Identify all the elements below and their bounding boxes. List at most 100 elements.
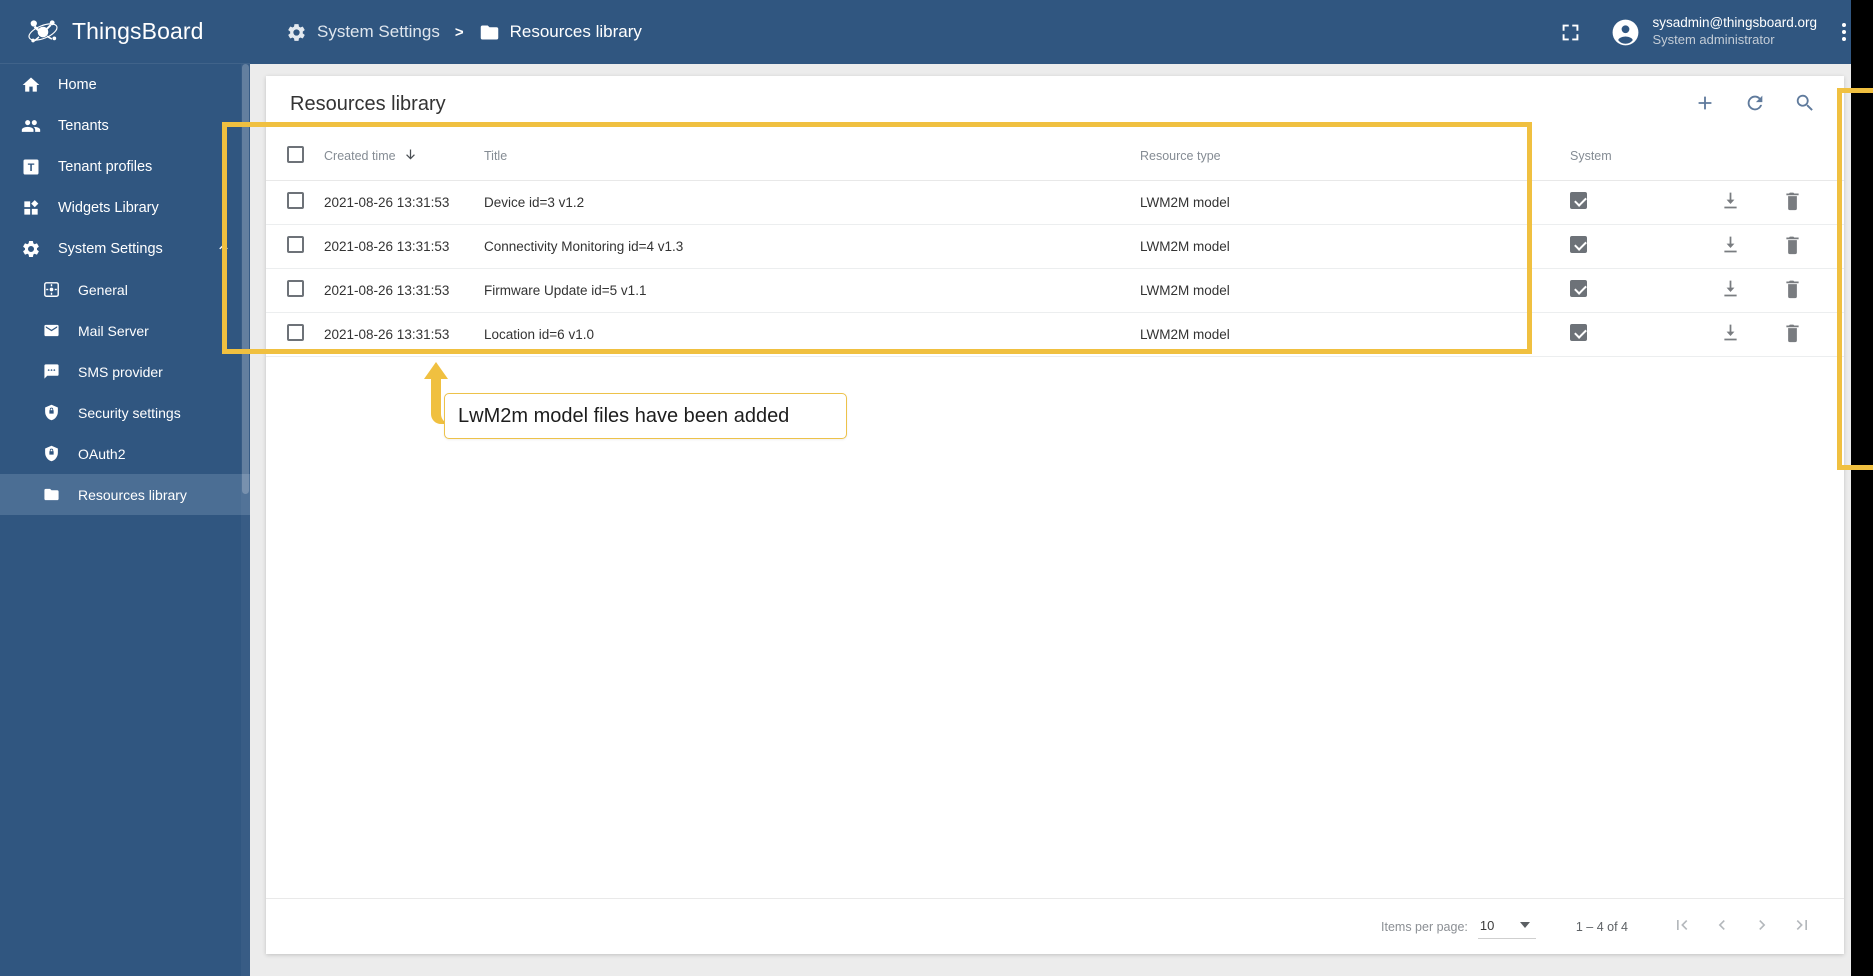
card-actions (1686, 85, 1824, 123)
download-resource-button[interactable] (1720, 278, 1742, 300)
gear-icon (20, 238, 42, 260)
previous-page-button[interactable] (1702, 907, 1742, 947)
sidebar-scrollbar[interactable] (241, 64, 250, 976)
sidebar-item-oauth2[interactable]: OAuth2 (0, 433, 250, 474)
sidebar-item-security-settings[interactable]: Security settings (0, 392, 250, 433)
breadcrumb-separator: > (454, 23, 464, 41)
home-icon (20, 74, 42, 96)
sidebar-item-label: General (78, 281, 128, 298)
people-icon (20, 115, 42, 137)
row-checkbox[interactable] (287, 280, 304, 297)
row-select-cell (266, 180, 324, 225)
refresh-button[interactable] (1736, 85, 1774, 123)
table-header-row: Created time Title Resource type System (266, 132, 1844, 181)
paginator: Items per page: 10 1 – 4 of 4 (266, 898, 1844, 954)
sidebar-item-tenant-profiles[interactable]: T Tenant profiles (0, 146, 250, 187)
shield-icon (40, 443, 62, 465)
add-resource-button[interactable] (1686, 85, 1724, 123)
thingsboard-logo-icon (26, 15, 60, 49)
delete-resource-button[interactable] (1782, 322, 1804, 344)
cell-system (1570, 180, 1720, 225)
table-head: Created time Title Resource type System (266, 132, 1844, 181)
sidebar-item-mail-server[interactable]: Mail Server (0, 310, 250, 351)
column-header-created-time[interactable]: Created time (324, 132, 484, 181)
next-page-button[interactable] (1742, 907, 1782, 947)
download-resource-button[interactable] (1720, 190, 1742, 212)
sidebar-item-widgets-library[interactable]: Widgets Library (0, 187, 250, 228)
chevron-down-icon (1520, 922, 1531, 928)
sidebar-item-general[interactable]: General (0, 269, 250, 310)
system-checkbox[interactable] (1570, 192, 1587, 209)
sidebar-item-system-settings[interactable]: System Settings (0, 228, 250, 269)
delete-resource-button[interactable] (1782, 190, 1804, 212)
column-header-system[interactable]: System (1570, 132, 1720, 181)
table-row[interactable]: 2021-08-26 13:31:53 Location id=6 v1.0 L… (266, 312, 1844, 357)
tenant-profile-icon: T (20, 156, 42, 178)
first-page-button[interactable] (1662, 907, 1702, 947)
table-row[interactable]: 2021-08-26 13:31:53 Device id=3 v1.2 LWM… (266, 180, 1844, 225)
row-checkbox[interactable] (287, 236, 304, 253)
cell-delete-action (1782, 224, 1844, 269)
folder-icon (479, 22, 500, 43)
table-row[interactable]: 2021-08-26 13:31:53 Connectivity Monitor… (266, 224, 1844, 269)
cell-created-time: 2021-08-26 13:31:53 (324, 224, 484, 269)
column-header-action-download (1720, 132, 1782, 181)
resources-table-container: Created time Title Resource type System … (266, 132, 1844, 898)
gear-icon (286, 22, 307, 43)
kebab-dot (1842, 30, 1846, 34)
general-settings-icon (40, 279, 62, 301)
last-page-button[interactable] (1782, 907, 1822, 947)
row-checkbox[interactable] (287, 192, 304, 209)
arrow-down-icon (403, 147, 418, 165)
cell-resource-type: LWM2M model (1140, 312, 1570, 357)
sidebar-item-sms-provider[interactable]: SMS provider (0, 351, 250, 392)
sidebar-item-resources-library[interactable]: Resources library (0, 474, 250, 515)
sms-icon (40, 361, 62, 383)
sidebar-item-tenants[interactable]: Tenants (0, 105, 250, 146)
table-row[interactable]: 2021-08-26 13:31:53 Firmware Update id=5… (266, 268, 1844, 313)
select-all-header (266, 132, 324, 181)
download-resource-button[interactable] (1720, 322, 1742, 344)
content-area: Resources library Created time Title Res… (250, 64, 1873, 976)
delete-resource-button[interactable] (1782, 278, 1804, 300)
items-per-page-select[interactable]: 10 (1477, 915, 1536, 939)
system-checkbox[interactable] (1570, 324, 1587, 341)
chevron-right-icon (1752, 915, 1772, 938)
fullscreen-icon[interactable] (1548, 10, 1592, 54)
sidebar-item-label: SMS provider (78, 363, 163, 380)
kebab-dot (1842, 37, 1846, 41)
sidebar-item-label: Resources library (78, 486, 187, 503)
system-checkbox[interactable] (1570, 280, 1587, 297)
breadcrumb-parent[interactable]: System Settings (317, 22, 440, 42)
column-header-resource-type[interactable]: Resource type (1140, 132, 1570, 181)
search-button[interactable] (1786, 85, 1824, 123)
brand[interactable]: ThingsBoard (0, 0, 250, 64)
sidebar-item-label: Widgets Library (58, 199, 159, 216)
chevron-up-icon[interactable] (215, 238, 232, 259)
annotation-callout-text: LwM2m model files have been added (458, 404, 790, 427)
user-menu[interactable]: sysadmin@thingsboard.org System administ… (1610, 15, 1817, 48)
svg-text:T: T (28, 162, 35, 174)
system-checkbox[interactable] (1570, 236, 1587, 253)
account-circle-icon (1610, 17, 1641, 48)
breadcrumb-current[interactable]: Resources library (510, 22, 642, 42)
app-screen: ThingsBoard Home Tenants T Tenant profil… (0, 0, 1873, 976)
cell-system (1570, 312, 1720, 357)
select-all-checkbox[interactable] (287, 145, 304, 163)
sidebar-scrollbar-thumb[interactable] (242, 64, 249, 494)
cell-title: Device id=3 v1.2 (484, 180, 1140, 225)
right-edge-artifact (1851, 0, 1873, 976)
sidebar-item-label: Home (58, 76, 97, 93)
column-header-label: Title (484, 148, 508, 163)
annotation-callout: LwM2m model files have been added (444, 393, 847, 439)
cell-title: Connectivity Monitoring id=4 v1.3 (484, 224, 1140, 269)
download-resource-button[interactable] (1720, 234, 1742, 256)
items-per-page-value: 10 (1479, 917, 1495, 933)
kebab-dot (1842, 23, 1846, 27)
column-header-title[interactable]: Title (484, 132, 1140, 181)
delete-resource-button[interactable] (1782, 234, 1804, 256)
sidebar-item-home[interactable]: Home (0, 64, 250, 105)
row-checkbox[interactable] (287, 324, 304, 341)
sidebar-item-label: System Settings (58, 240, 163, 257)
user-info: sysadmin@thingsboard.org System administ… (1652, 15, 1817, 48)
